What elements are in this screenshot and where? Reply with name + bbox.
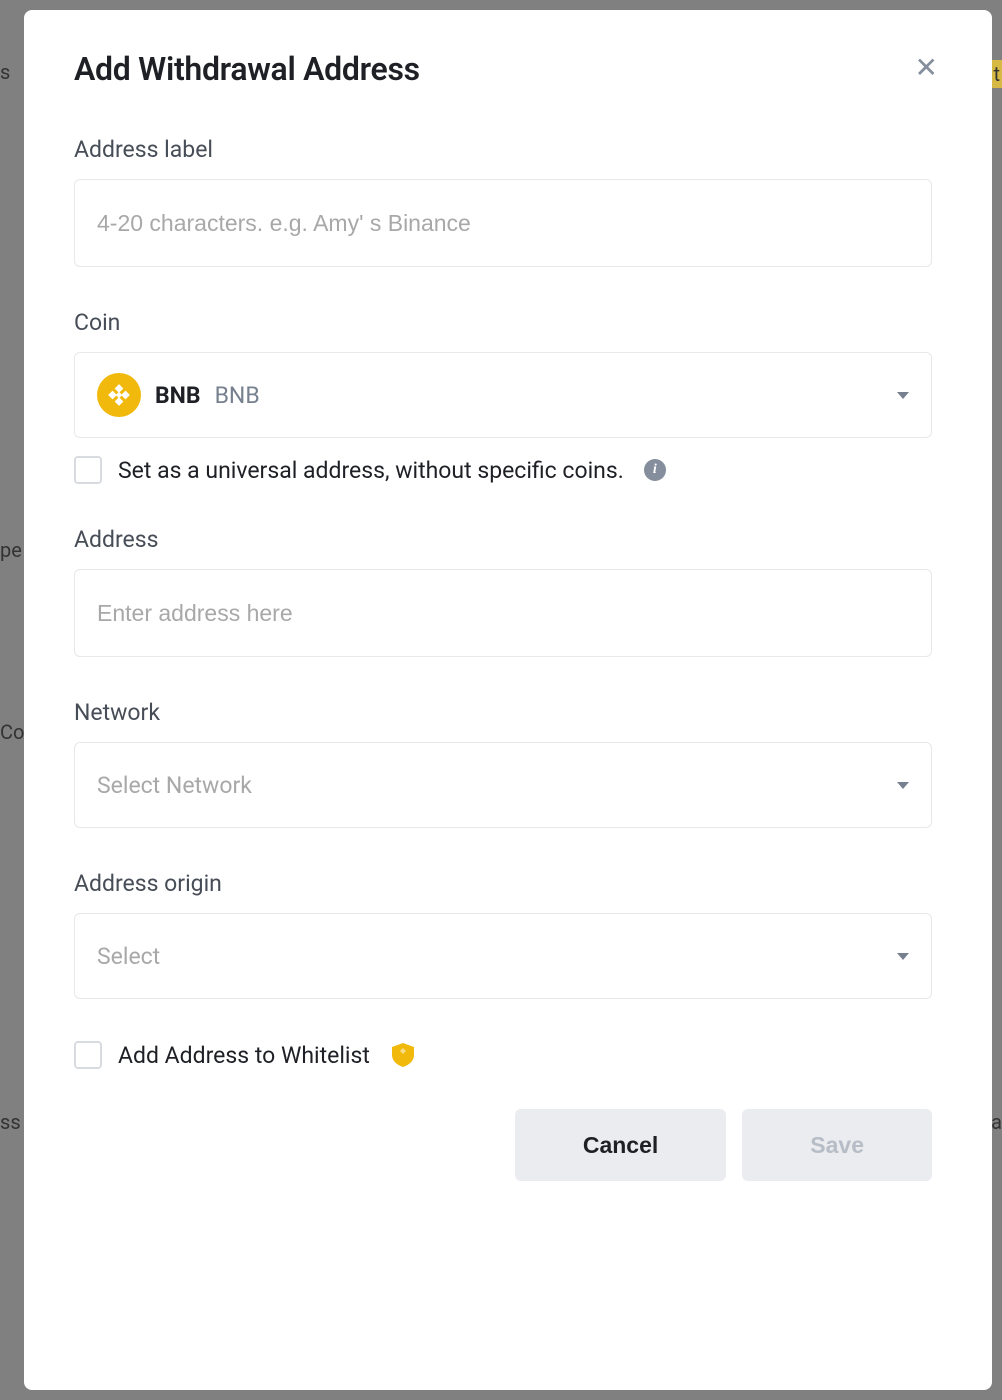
- shield-icon: [392, 1043, 414, 1067]
- save-button[interactable]: Save: [742, 1109, 932, 1181]
- coin-label: Coin: [74, 309, 932, 336]
- chevron-down-icon: [897, 953, 909, 960]
- address-label-input[interactable]: [74, 179, 932, 267]
- address-origin-group: Address origin Select: [74, 870, 932, 999]
- whitelist-label: Add Address to Whitelist: [118, 1042, 370, 1069]
- universal-address-row: Set as a universal address, without spec…: [74, 456, 932, 484]
- address-field-label: Address: [74, 526, 932, 553]
- address-origin-select[interactable]: Select: [74, 913, 932, 999]
- network-label: Network: [74, 699, 932, 726]
- add-withdrawal-address-modal: Add Withdrawal Address ✕ Address label C…: [24, 10, 992, 1390]
- chevron-down-icon: [897, 392, 909, 399]
- address-origin-placeholder: Select: [97, 943, 160, 970]
- network-placeholder: Select Network: [97, 772, 252, 799]
- button-row: Cancel Save: [74, 1109, 932, 1181]
- close-button[interactable]: ✕: [911, 50, 942, 86]
- modal-title: Add Withdrawal Address: [74, 50, 420, 88]
- coin-select[interactable]: BNB BNB: [74, 352, 932, 438]
- address-label-group: Address label: [74, 136, 932, 267]
- address-origin-label: Address origin: [74, 870, 932, 897]
- chevron-down-icon: [897, 782, 909, 789]
- modal-body: Address label Coin BNB: [74, 136, 942, 1360]
- address-group: Address: [74, 526, 932, 657]
- network-select[interactable]: Select Network: [74, 742, 932, 828]
- network-group: Network Select Network: [74, 699, 932, 828]
- modal-header: Add Withdrawal Address ✕: [74, 50, 942, 88]
- universal-address-label: Set as a universal address, without spec…: [118, 457, 624, 484]
- address-input[interactable]: [74, 569, 932, 657]
- cancel-button[interactable]: Cancel: [515, 1109, 726, 1181]
- whitelist-checkbox[interactable]: [74, 1041, 102, 1069]
- address-label-label: Address label: [74, 136, 932, 163]
- coin-symbol: BNB: [155, 382, 201, 409]
- info-icon[interactable]: i: [644, 459, 666, 481]
- coin-name: BNB: [215, 382, 260, 409]
- coin-group: Coin BNB BNB: [74, 309, 932, 484]
- coin-display: BNB BNB: [97, 373, 260, 417]
- bnb-coin-icon: [97, 373, 141, 417]
- whitelist-row: Add Address to Whitelist: [74, 1041, 932, 1069]
- close-icon: ✕: [915, 52, 938, 83]
- universal-address-checkbox[interactable]: [74, 456, 102, 484]
